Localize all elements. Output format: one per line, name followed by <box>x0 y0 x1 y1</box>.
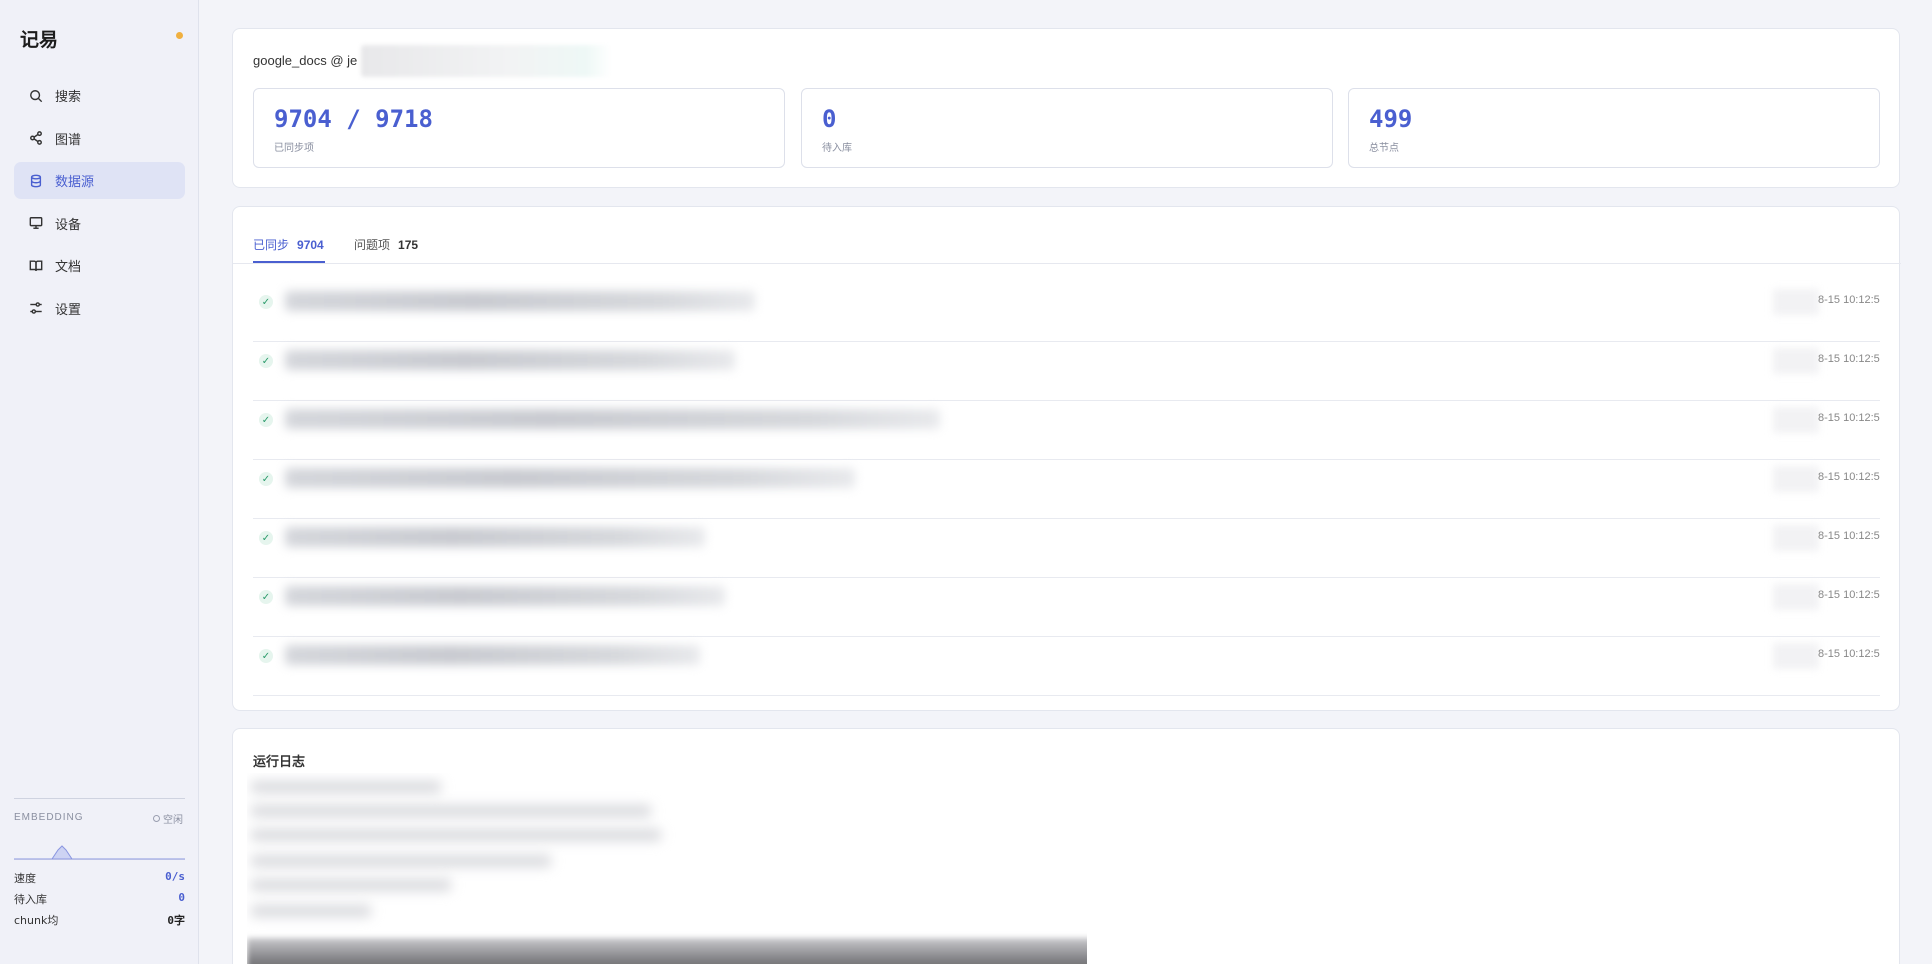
metric-pending: 0 待入库 <box>801 88 1333 168</box>
stat-value: 0字 <box>167 914 185 927</box>
embedding-stat-pending: 待入库 0 <box>14 891 185 907</box>
redacted-block <box>1773 584 1819 610</box>
metric-nodes: 499 总节点 <box>1348 88 1880 168</box>
idle-circle-icon <box>153 815 160 822</box>
embedding-status-text: 空闲 <box>163 815 183 826</box>
list-item[interactable]: ✓ 8-15 10:12:5 <box>253 460 1880 519</box>
run-log-card: 运行日志 <box>232 728 1900 964</box>
sliders-icon <box>29 301 43 315</box>
metric-value: 0 <box>822 105 837 133</box>
check-icon: ✓ <box>259 413 273 427</box>
row-timestamp: 8-15 10:12:5 <box>1818 648 1880 660</box>
stat-key: 速度 <box>14 872 36 885</box>
tab-synced[interactable]: 已同步 9704 <box>253 236 324 253</box>
redacted-block <box>1773 525 1819 551</box>
tab-label: 问题项 <box>354 238 391 252</box>
sync-list-card: 已同步 9704 问题项 175 ✓ 8-15 10:12:5 ✓ 8-15 10:… <box>232 206 1901 711</box>
status-dot-icon <box>176 32 183 39</box>
sidebar-item-label: 搜索 <box>55 90 82 105</box>
redacted-block <box>285 645 700 665</box>
row-timestamp: 8-15 10:12:5 <box>1818 353 1880 365</box>
divider <box>14 798 185 799</box>
redacted-block <box>285 527 705 547</box>
row-timestamp: 8-15 10:12:5 <box>1818 471 1880 483</box>
sidebar: 记易 搜索 图谱 数据源 设备 文档 设置 EMBEDDING 空闲 速度 0/… <box>0 0 199 964</box>
tab-count: 9704 <box>297 238 324 252</box>
sidebar-item-devices[interactable]: 设备 <box>14 205 185 242</box>
tab-count: 175 <box>398 238 419 252</box>
monitor-icon <box>29 216 43 230</box>
redacted-block <box>1773 348 1819 374</box>
source-summary-card: google_docs @ je 9704 / 9718 已同步项 0 待入库 … <box>232 28 1900 188</box>
row-timestamp: 8-15 10:12:5 <box>1818 589 1880 601</box>
log-content-redacted <box>247 773 1087 964</box>
redacted-block <box>1773 466 1819 492</box>
row-timestamp: 8-15 10:12:5 <box>1818 530 1880 542</box>
metric-label: 总节点 <box>1369 143 1399 154</box>
check-icon: ✓ <box>259 354 273 368</box>
redacted-block <box>285 468 855 488</box>
tab-label: 已同步 <box>253 238 290 252</box>
metric-value: 499 <box>1369 105 1413 133</box>
redacted-block <box>361 45 611 77</box>
tab-issues[interactable]: 问题项 175 <box>354 236 418 253</box>
metric-label: 待入库 <box>822 143 852 154</box>
app-logo-text: 记易 <box>20 29 59 51</box>
sidebar-item-label: 图谱 <box>55 132 82 148</box>
sidebar-item-docs[interactable]: 文档 <box>14 247 185 284</box>
list-item[interactable]: ✓ 8-15 10:12:5 <box>253 578 1880 637</box>
embedding-status: 空闲 <box>153 811 183 826</box>
divider <box>233 263 1901 264</box>
check-icon: ✓ <box>259 295 273 309</box>
metric-label: 已同步项 <box>274 143 314 154</box>
list-item[interactable]: ✓ 8-15 10:12:5 <box>253 401 1880 460</box>
embedding-label: EMBEDDING <box>14 812 84 823</box>
row-timestamp: 8-15 10:12:5 <box>1818 294 1880 306</box>
sidebar-item-graph[interactable]: 图谱 <box>14 120 185 157</box>
check-icon: ✓ <box>259 649 273 663</box>
sidebar-item-search[interactable]: 搜索 <box>14 77 185 114</box>
embedding-stat-chunk: chunk均 0字 <box>14 912 185 928</box>
sidebar-item-label: 数据源 <box>55 175 95 190</box>
redacted-block <box>285 291 755 311</box>
stat-value: 0/s <box>165 870 185 883</box>
database-icon <box>29 174 43 188</box>
sidebar-item-settings[interactable]: 设置 <box>14 290 185 327</box>
source-title: google_docs @ je <box>253 53 358 68</box>
metric-value: 9704 / 9718 <box>274 105 433 133</box>
graph-share-icon <box>29 131 43 145</box>
embedding-stat-speed: 速度 0/s <box>14 870 185 886</box>
check-icon: ✓ <box>259 472 273 486</box>
log-title: 运行日志 <box>253 755 306 770</box>
sidebar-item-label: 设置 <box>55 302 82 318</box>
redacted-block <box>285 350 735 370</box>
redacted-block <box>1773 407 1819 433</box>
stat-key: chunk均 <box>14 914 59 927</box>
row-timestamp: 8-15 10:12:5 <box>1818 412 1880 424</box>
stat-key: 待入库 <box>14 893 47 906</box>
search-icon <box>29 89 43 103</box>
list-item[interactable]: ✓ 8-15 10:12:5 <box>253 637 1880 696</box>
stat-value: 0 <box>178 891 185 904</box>
check-icon: ✓ <box>259 531 273 545</box>
redacted-block <box>1773 643 1819 669</box>
redacted-block <box>285 586 725 606</box>
list-item[interactable]: ✓ 8-15 10:12:5 <box>253 342 1880 401</box>
metric-synced: 9704 / 9718 已同步项 <box>253 88 785 168</box>
embedding-sparkline <box>14 845 185 860</box>
check-icon: ✓ <box>259 590 273 604</box>
sidebar-item-datasource[interactable]: 数据源 <box>14 162 185 199</box>
sidebar-nav: 搜索 图谱 数据源 设备 文档 设置 <box>14 77 185 332</box>
redacted-block <box>285 409 940 429</box>
book-icon <box>29 259 43 273</box>
list-item[interactable]: ✓ 8-15 10:12:5 <box>253 519 1880 578</box>
list-item[interactable]: ✓ 8-15 10:12:5 <box>253 283 1880 342</box>
sidebar-item-label: 设备 <box>55 217 82 233</box>
sidebar-item-label: 文档 <box>55 260 82 275</box>
redacted-block <box>1773 289 1819 315</box>
